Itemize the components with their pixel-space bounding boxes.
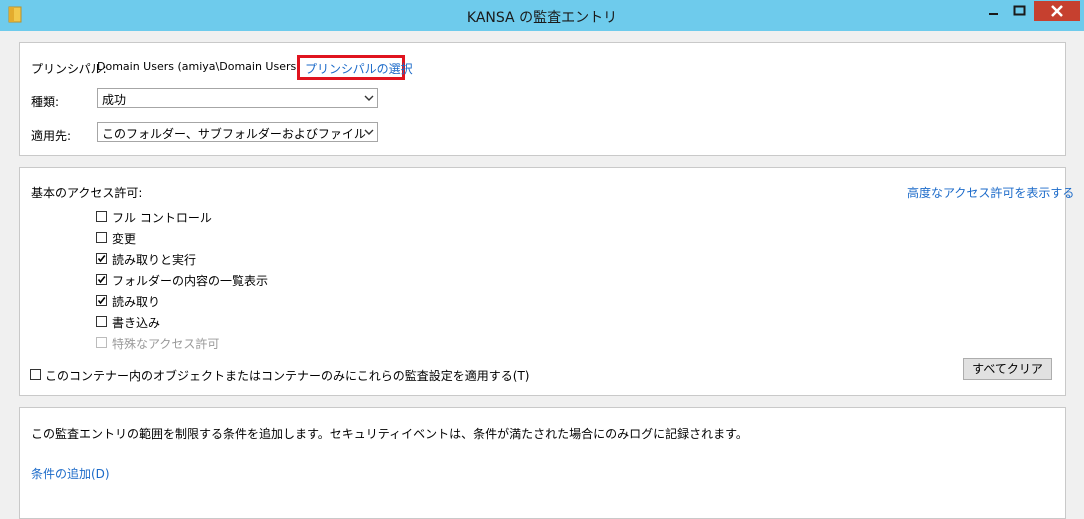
permission-label: フル コントロール bbox=[112, 211, 212, 225]
checkmark-icon bbox=[97, 255, 106, 263]
applies-to-select-value: このフォルダー、サブフォルダーおよびファイル bbox=[102, 127, 366, 141]
permission-label: 変更 bbox=[112, 232, 137, 246]
checkmark-icon bbox=[97, 276, 106, 284]
conditions-panel: この監査エントリの範囲を制限する条件を追加します。セキュリティイベントは、条件が… bbox=[19, 407, 1066, 519]
dialog-body: プリンシパル: Domain Users (amiya\Domain Users… bbox=[7, 31, 1077, 519]
maximize-button[interactable] bbox=[1006, 1, 1032, 21]
permission-checkbox[interactable] bbox=[96, 295, 107, 306]
permission-checkbox[interactable] bbox=[96, 253, 107, 264]
type-select-value: 成功 bbox=[102, 93, 127, 107]
chevron-down-icon bbox=[364, 129, 374, 135]
window-title: KANSA の監査エントリ bbox=[466, 10, 618, 26]
checkmark-icon bbox=[97, 297, 106, 305]
advanced-permissions-link[interactable]: 高度なアクセス許可を表示する bbox=[907, 184, 1074, 201]
principal-label: プリンシパル: bbox=[31, 62, 107, 76]
permission-label: フォルダーの内容の一覧表示 bbox=[112, 274, 269, 288]
applies-to-label: 適用先: bbox=[31, 129, 72, 143]
principal-value: Domain Users (amiya\Domain Users) bbox=[97, 60, 301, 73]
apply-only-checkbox[interactable] bbox=[30, 369, 41, 380]
clear-all-button[interactable]: すべてクリア bbox=[963, 358, 1052, 380]
minimize-button[interactable] bbox=[980, 1, 1006, 21]
permission-checkbox[interactable] bbox=[96, 232, 107, 243]
permission-label: 読み取りと実行 bbox=[112, 253, 197, 267]
principal-panel: プリンシパル: Domain Users (amiya\Domain Users… bbox=[19, 42, 1066, 156]
applies-to-select[interactable]: このフォルダー、サブフォルダーおよびファイル bbox=[97, 122, 378, 142]
close-icon bbox=[1051, 5, 1063, 17]
add-condition-link[interactable]: 条件の追加(D) bbox=[31, 465, 110, 482]
permission-checkbox[interactable] bbox=[96, 211, 107, 222]
basic-permissions-label: 基本のアクセス許可: bbox=[31, 186, 143, 200]
type-select[interactable]: 成功 bbox=[97, 88, 378, 108]
title-bar: KANSA の監査エントリ bbox=[0, 0, 1084, 31]
clear-all-label: すべてクリア bbox=[972, 362, 1043, 376]
select-principal-link[interactable]: プリンシパルの選択 bbox=[305, 60, 413, 77]
permission-label: 特殊なアクセス許可 bbox=[112, 337, 220, 351]
permission-checkbox bbox=[96, 337, 107, 348]
permission-label: 書き込み bbox=[112, 316, 161, 330]
permission-label: 読み取り bbox=[112, 295, 161, 309]
close-button[interactable] bbox=[1034, 1, 1080, 21]
permission-checkbox[interactable] bbox=[96, 316, 107, 327]
apply-only-label: このコンテナー内のオブジェクトまたはコンテナーのみにこれらの監査設定を適用する(… bbox=[45, 369, 530, 383]
type-label: 種類: bbox=[31, 95, 60, 109]
minimize-icon bbox=[989, 13, 998, 15]
permissions-panel: 基本のアクセス許可: 高度なアクセス許可を表示する フル コントロール 変更読み取… bbox=[19, 167, 1074, 396]
conditions-description: この監査エントリの範囲を制限する条件を追加します。セキュリティイベントは、条件が… bbox=[31, 427, 748, 441]
chevron-down-icon bbox=[364, 95, 374, 101]
permission-checkbox[interactable] bbox=[96, 274, 107, 285]
maximize-icon bbox=[1013, 5, 1026, 16]
